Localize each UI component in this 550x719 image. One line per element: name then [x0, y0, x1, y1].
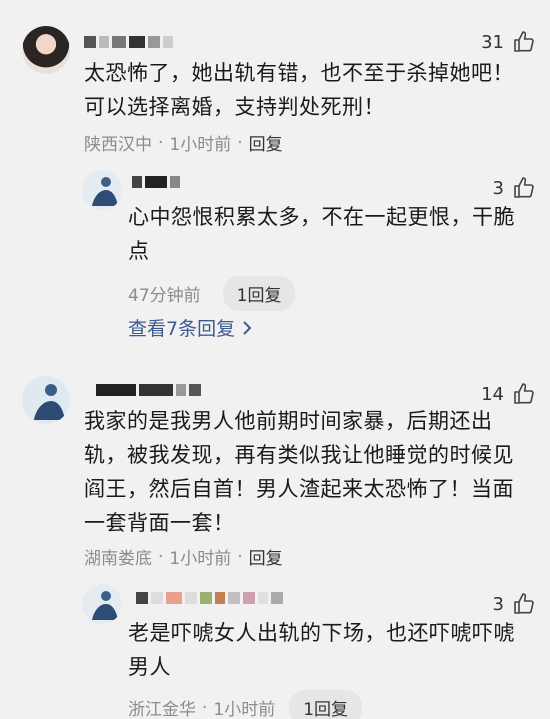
like-count: 31 [481, 31, 504, 53]
comment-meta: 湖南娄底 · 1小时前 · 回复 [84, 544, 283, 570]
separator: · [158, 546, 164, 567]
username-blurred[interactable] [96, 384, 201, 396]
comment-text: 我家的是我男人他前期时间家暴，后期还出轨，被我发现，再有类似我让他睡觉的时候见阎… [84, 409, 514, 535]
like-button[interactable]: 3 [493, 592, 536, 616]
separator: · [202, 697, 208, 718]
reply-meta: 47分钟前 1回复 [128, 276, 296, 311]
reply-text: 心中怨恨积累太多，不在一起更恨，干脆点 [128, 205, 515, 263]
separator: · [237, 132, 243, 153]
view-more-replies-link[interactable]: 查看7条回复 [128, 314, 253, 341]
like-count: 3 [492, 177, 504, 199]
avatar[interactable] [22, 376, 70, 424]
separator: · [237, 546, 243, 567]
chevron-right-icon [243, 320, 252, 335]
reply-text: 老是吓唬女人出轨的下场，也还吓唬吓唬男人 [128, 621, 515, 679]
thumbs-up-icon [514, 593, 534, 614]
like-count: 14 [481, 383, 504, 405]
thumbs-up-icon [514, 31, 534, 52]
username-blurred[interactable] [132, 176, 180, 188]
comment-meta: 陕西汉中 · 1小时前 · 回复 [84, 130, 283, 156]
comment-text: 太恐怖了，她出轨有错，也不至于杀掉她吧！可以选择离婚，支持判处死刑！ [84, 61, 514, 119]
like-button[interactable]: 14 [481, 382, 536, 406]
reply-count-button[interactable]: 1回复 [289, 690, 363, 719]
reply-time: 1小时前 [213, 700, 276, 719]
thumbs-up-icon [514, 383, 534, 404]
comment-time: 1小时前 [169, 549, 232, 569]
avatar[interactable] [82, 584, 122, 624]
view-more-label: 查看7条回复 [128, 318, 236, 340]
username-blurred[interactable] [136, 592, 283, 604]
like-count: 3 [492, 593, 504, 615]
like-button[interactable]: 3 [493, 176, 536, 200]
username-blurred[interactable] [84, 36, 173, 48]
reply-time: 47分钟前 [128, 286, 201, 306]
reply-button[interactable]: 回复 [249, 130, 283, 155]
avatar[interactable] [82, 170, 122, 210]
comment-time: 1小时前 [169, 135, 232, 155]
reply-button[interactable]: 回复 [249, 544, 283, 569]
comment-location: 陕西汉中 [84, 135, 152, 155]
like-button[interactable]: 31 [481, 30, 536, 54]
reply-meta: 浙江金华 · 1小时前 1回复 [128, 690, 363, 719]
reply-count-button[interactable]: 1回复 [222, 276, 296, 311]
thumbs-up-icon [514, 177, 534, 198]
reply-location: 浙江金华 [128, 700, 196, 719]
separator: · [158, 132, 164, 153]
avatar[interactable] [22, 26, 70, 74]
comment-location: 湖南娄底 [84, 549, 152, 569]
